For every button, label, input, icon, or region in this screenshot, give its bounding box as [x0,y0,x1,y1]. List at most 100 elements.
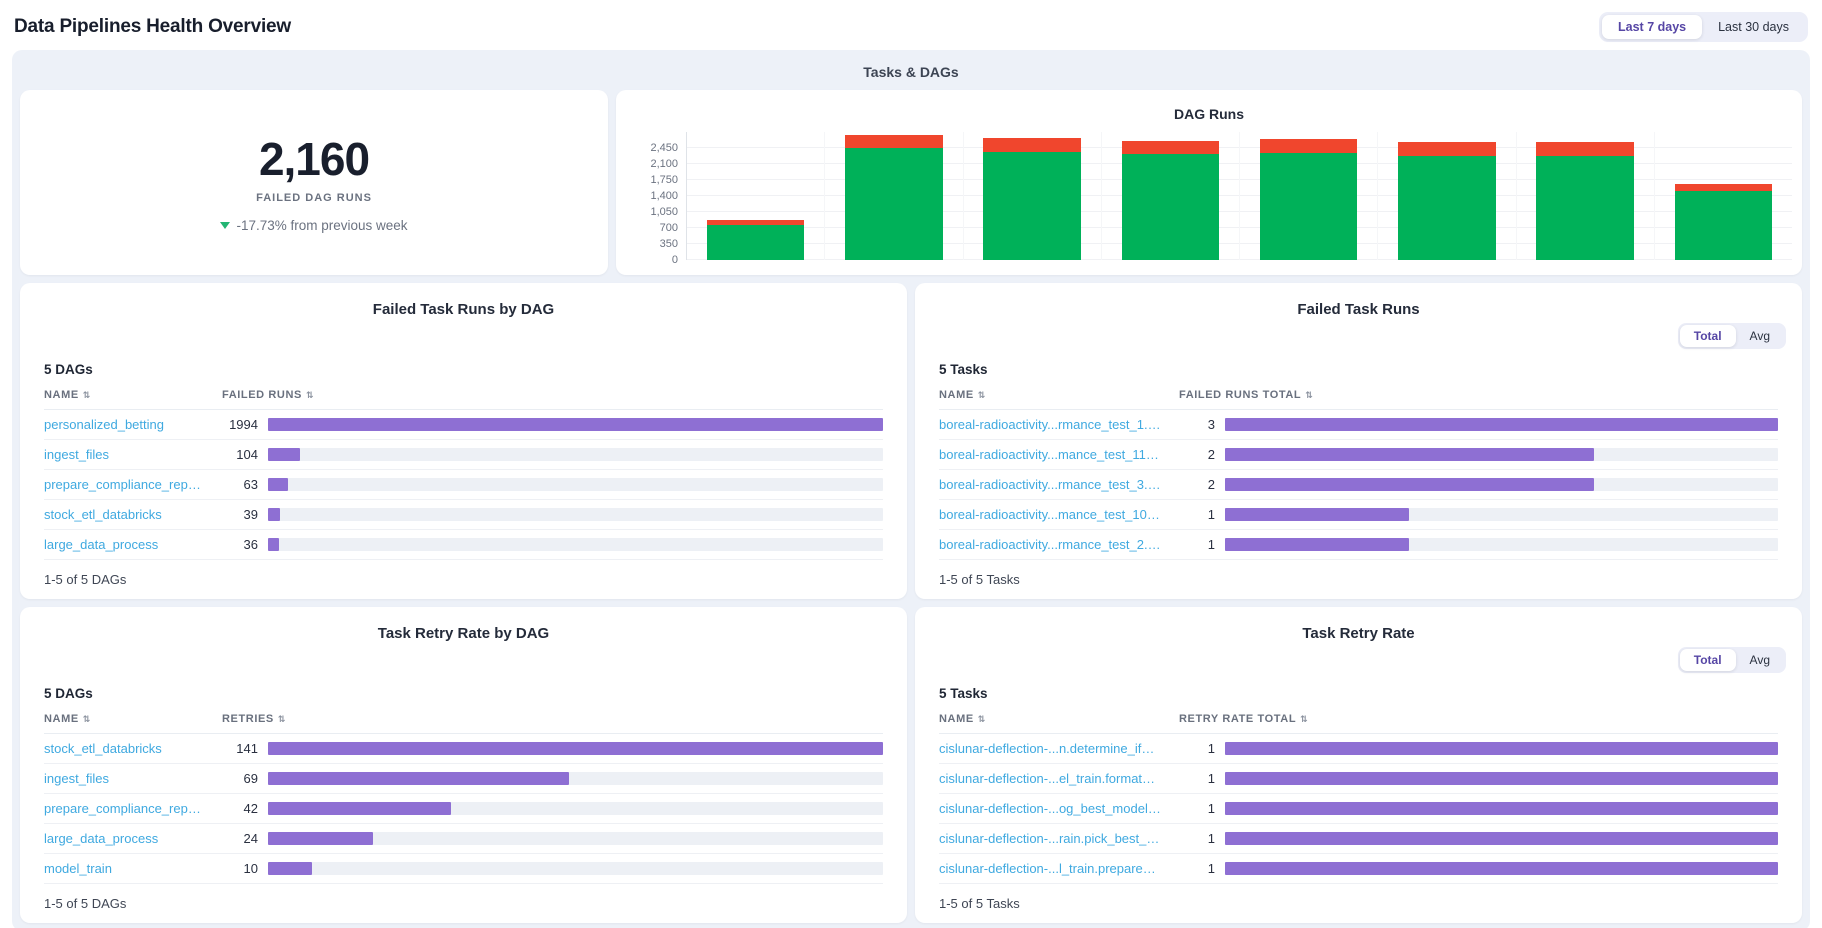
total-button[interactable]: Total [1680,325,1736,347]
row-bar-track [268,742,883,755]
table-body: stock_etl_databricks141 ingest_files69pre… [44,734,883,884]
failed-segment [1122,141,1219,155]
chart-plot [686,132,1792,260]
row-name-link[interactable]: ingest_files [44,447,204,462]
dag-runs-stacked-bar[interactable] [845,135,942,260]
chart-category-cell [1654,132,1792,260]
table-body: personalized_betting1994ingest_files104p… [44,410,883,560]
row-name-link[interactable]: stock_etl_databricks [44,741,204,756]
sort-icon: ⇅ [83,714,91,725]
table-row: boreal-radioactivity...rmance_test_3.tas… [939,470,1778,500]
row-value: 69 [204,771,266,786]
row-name-link[interactable]: cislunar-deflection-...n.determine_if_al… [939,741,1161,756]
value-column-header[interactable]: FAILED RUNS TOTAL ⇅ [1161,389,1778,401]
row-value: 1 [1161,507,1223,522]
table-row: prepare_compliance_report_ny63 [44,470,883,500]
row-name-link[interactable]: large_data_process [44,537,204,552]
value-column-header[interactable]: FAILED RUNS ⇅ [204,389,883,401]
row-value: 1 [1161,537,1223,552]
total-button[interactable]: Total [1680,649,1736,671]
success-segment [707,225,804,260]
table-row: cislunar-deflection-...rain.pick_best_mo… [939,824,1778,854]
row-bar-track [1225,478,1778,491]
row-name-link[interactable]: prepare_compliance_report_ny [44,801,204,816]
table-row: boreal-radioactivity...mance_test_11.tas… [939,440,1778,470]
row-name-link[interactable]: large_data_process [44,831,204,846]
dag-runs-chart-card: DAG Runs 03507001,0501,4001,7502,1002,45… [616,90,1802,275]
dag-runs-stacked-bar[interactable] [983,138,1080,260]
dag-runs-stacked-bar[interactable] [1398,142,1495,260]
avg-button[interactable]: Avg [1736,649,1784,671]
row-name-link[interactable]: cislunar-deflection-...rain.pick_best_mo… [939,831,1161,846]
pagination-text: 1-5 of 5 DAGs [44,884,883,911]
row-name-link[interactable]: model_train [44,861,204,876]
failed-segment [1675,184,1772,191]
table-row: boreal-radioactivity...rmance_test_2.tas… [939,530,1778,560]
name-column-header[interactable]: NAME ⇅ [44,713,204,725]
row-name-link[interactable]: stock_etl_databricks [44,507,204,522]
row-name-link[interactable]: boreal-radioactivity...rmance_test_1.tas… [939,417,1161,432]
row-name-link[interactable]: cislunar-deflection-...og_best_model_to_… [939,801,1161,816]
row-name-link[interactable]: boreal-radioactivity...mance_test_11.tas… [939,447,1161,462]
table-row: stock_etl_databricks141 [44,734,883,764]
value-column-header[interactable]: RETRY RATE TOTAL ⇅ [1161,713,1778,725]
dag-runs-stacked-bar[interactable] [707,220,804,260]
row-value: 42 [204,801,266,816]
count-label: 5 DAGs [44,686,883,701]
name-column-header[interactable]: NAME ⇅ [939,713,1161,725]
sort-icon: ⇅ [978,714,986,725]
last-30-days-button[interactable]: Last 30 days [1702,15,1805,39]
failed-task-runs-panel: Failed Task Runs Total Avg 5 Tasks NAME … [915,283,1802,599]
avg-button[interactable]: Avg [1736,325,1784,347]
row-bar-track [1225,802,1778,815]
value-column-header[interactable]: RETRIES ⇅ [204,713,883,725]
row-bar [268,478,288,491]
row-bar [1225,832,1778,845]
dag-runs-stacked-bar[interactable] [1122,141,1219,260]
row-name-link[interactable]: prepare_compliance_report_ny [44,477,204,492]
row-bar [268,448,300,461]
task-retry-rate-by-dag-panel: Task Retry Rate by DAG 5 DAGs NAME ⇅ RET… [20,607,907,923]
row-bar-track [1225,832,1778,845]
row-name-link[interactable]: boreal-radioactivity...mance_test_10.tas… [939,507,1161,522]
row-bar [1225,448,1594,461]
table-row: boreal-radioactivity...mance_test_10.tas… [939,500,1778,530]
table-row: personalized_betting1994 [44,410,883,440]
dag-runs-stacked-bar[interactable] [1536,142,1633,260]
table-header: NAME ⇅ RETRY RATE TOTAL ⇅ [939,713,1778,734]
dag-runs-stacked-bar[interactable] [1260,139,1357,260]
dag-runs-chart: 03507001,0501,4001,7502,1002,450 [630,132,1792,260]
row-bar [268,418,883,431]
stat-value: 2,160 [259,132,369,186]
success-segment [983,152,1080,260]
success-segment [845,148,942,260]
row-bar-track [1225,508,1778,521]
name-column-header[interactable]: NAME ⇅ [939,389,1161,401]
row-name-link[interactable]: cislunar-deflection-...el_train.format_d… [939,771,1161,786]
table-row: cislunar-deflection-...og_best_model_to_… [939,794,1778,824]
row-name-link[interactable]: cislunar-deflection-...l_train.prepare_d… [939,861,1161,876]
chart-category-cell [1516,132,1654,260]
row-bar [268,862,312,875]
chart-category-cell [687,132,824,260]
row-bar-track [268,802,883,815]
success-segment [1675,191,1772,260]
row-name-link[interactable]: boreal-radioactivity...rmance_test_2.tas… [939,537,1161,552]
row-name-link[interactable]: boreal-radioactivity...rmance_test_3.tas… [939,477,1161,492]
chart-category-cell [1377,132,1515,260]
row-value: 1 [1161,801,1223,816]
row-name-link[interactable]: personalized_betting [44,417,204,432]
dag-runs-stacked-bar[interactable] [1675,184,1772,260]
sort-icon: ⇅ [978,390,986,401]
row-name-link[interactable]: ingest_files [44,771,204,786]
sort-icon: ⇅ [83,390,91,401]
row-bar-track [1225,772,1778,785]
row-bar [1225,802,1778,815]
last-7-days-button[interactable]: Last 7 days [1602,15,1702,39]
panel-title: Task Retry Rate by DAG [44,625,883,642]
row-bar [268,508,280,521]
pagination-text: 1-5 of 5 Tasks [939,560,1778,587]
name-column-header[interactable]: NAME ⇅ [44,389,204,401]
row-value: 63 [204,477,266,492]
row-bar [1225,508,1409,521]
